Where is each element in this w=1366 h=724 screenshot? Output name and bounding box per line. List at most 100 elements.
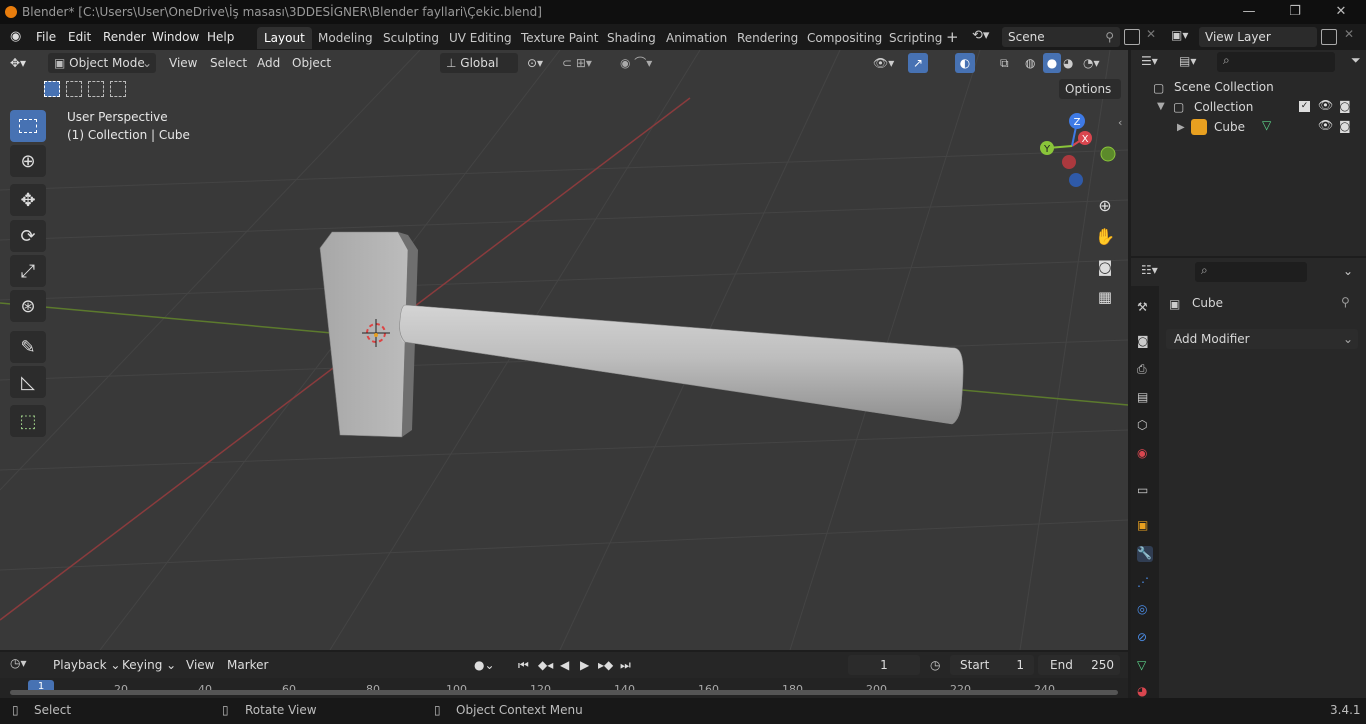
end-frame-field[interactable]: End 250 (1038, 655, 1120, 675)
render-camera-icon[interactable]: ◙ (1339, 99, 1351, 113)
collection-tab-icon[interactable]: ▭ (1137, 483, 1153, 499)
pivot-icon[interactable]: ⊙▾ (527, 53, 543, 73)
modifier-tab-icon[interactable]: 🔧 (1137, 546, 1153, 562)
play-icon[interactable]: ▶ (580, 655, 589, 675)
tab-shading[interactable]: Shading (600, 27, 663, 49)
tab-modeling[interactable]: Modeling (311, 27, 380, 49)
world-tab-icon[interactable]: ◉ (1137, 446, 1153, 462)
eye-icon[interactable]: 👁 (1318, 98, 1333, 112)
pan-hand-icon[interactable]: ✋ (1092, 223, 1118, 249)
overlay-icon[interactable]: ◐ (955, 53, 975, 73)
properties-search-input[interactable]: ⌕ (1195, 262, 1307, 282)
physics-tab-icon[interactable]: ◎ (1137, 602, 1153, 618)
outliner-type-icon[interactable]: ☰▾ (1141, 54, 1158, 68)
shading-wireframe-icon[interactable]: ◍ (1025, 53, 1035, 73)
tool-rotate[interactable]: ⟳ (10, 220, 46, 252)
menu-select[interactable]: Select (210, 53, 247, 73)
minimize-icon[interactable]: — (1226, 0, 1272, 24)
properties-type-icon[interactable]: ☷▾ (1141, 263, 1158, 277)
visibility-icon[interactable]: 👁▾ (873, 53, 894, 73)
perspective-grid-icon[interactable]: ▦ (1092, 284, 1118, 310)
add-workspace-icon[interactable]: + (946, 28, 959, 46)
tool-scale[interactable]: ⤢ (10, 255, 46, 287)
view-layer-tab-icon[interactable]: ▤ (1137, 390, 1153, 406)
expand-collection-icon[interactable]: ▼ (1157, 101, 1165, 112)
close-icon[interactable]: ✕ (1318, 0, 1364, 24)
maximize-icon[interactable]: ❐ (1272, 0, 1318, 24)
pin-icon[interactable]: ⚲ (1341, 295, 1350, 309)
delete-scene-icon[interactable]: ✕ (1146, 27, 1156, 41)
shading-rendered-icon[interactable]: ◔▾ (1083, 53, 1100, 73)
add-modifier-button[interactable]: Add Modifier ⌄ (1166, 329, 1358, 349)
camera-icon[interactable]: ◙ (1092, 254, 1118, 280)
delete-view-layer-icon[interactable]: ✕ (1344, 27, 1354, 41)
outliner-filter-icon[interactable]: ▤▾ (1179, 54, 1196, 68)
cube-mesh[interactable] (319, 231, 964, 438)
prev-key-icon[interactable]: ◆◂ (538, 655, 553, 675)
menu-render[interactable]: Render (103, 28, 146, 46)
checkbox-icon[interactable]: ✓ (1299, 101, 1310, 112)
menu-view[interactable]: View (169, 53, 197, 73)
current-frame-field[interactable]: 1 (848, 655, 920, 675)
scene-icon[interactable]: ⟲▾ (972, 28, 989, 43)
outliner-collection[interactable]: Collection (1194, 100, 1253, 114)
options-button[interactable]: Options (1059, 79, 1121, 99)
outliner-scene-collection[interactable]: Scene Collection (1174, 80, 1274, 94)
tool-tab-icon[interactable]: ⚒ (1137, 300, 1153, 316)
blender-menu-icon[interactable]: ◉ (10, 29, 26, 45)
collapse-sidebar-icon[interactable]: ‹ (1118, 116, 1122, 129)
particles-tab-icon[interactable]: ⋰ (1137, 575, 1153, 591)
tab-uv-editing[interactable]: UV Editing (442, 27, 519, 49)
new-view-layer-icon[interactable] (1321, 29, 1337, 45)
tool-add-cube[interactable]: ⬚ (10, 405, 46, 437)
record-icon[interactable]: ●⌄ (474, 655, 495, 675)
pin-icon[interactable]: ⚲ (1105, 27, 1114, 47)
object-tab-icon[interactable]: ▣ (1137, 518, 1153, 534)
tool-move[interactable]: ✥ (10, 184, 46, 216)
xray-icon[interactable]: ⧉ (1000, 53, 1009, 73)
timeline-scrollbar[interactable] (10, 690, 1118, 695)
editor-type-icon[interactable]: ✥▾ (10, 53, 26, 73)
data-tab-icon[interactable]: ▽ (1137, 658, 1153, 674)
render-tab-icon[interactable]: ◙ (1137, 334, 1153, 350)
tool-select-box[interactable] (10, 110, 46, 142)
outliner-search-input[interactable]: ⌕ (1217, 52, 1335, 72)
tab-sculpting[interactable]: Sculpting (376, 27, 446, 49)
output-tab-icon[interactable]: ⎙ (1137, 362, 1153, 378)
timeline-marker-menu[interactable]: Marker (227, 655, 268, 675)
tab-rendering[interactable]: Rendering (730, 27, 805, 49)
select-subtract-icon[interactable] (88, 81, 104, 97)
view-layer-field[interactable]: View Layer (1199, 27, 1317, 47)
navigation-gizmo[interactable]: Z X Y (1036, 112, 1116, 192)
menu-add[interactable]: Add (257, 53, 280, 73)
orientation-dropdown[interactable]: ⊥ Global (440, 53, 518, 73)
mode-dropdown[interactable]: ▣ Object Mode ⌄ (48, 53, 156, 73)
tool-cursor[interactable]: ⊕ (10, 145, 46, 177)
scene-tab-icon[interactable]: ⬡ (1137, 418, 1153, 434)
tab-texture-paint[interactable]: Texture Paint (514, 27, 605, 49)
tool-annotate[interactable]: ✎ (10, 331, 46, 363)
tool-measure[interactable]: ◺ (10, 366, 46, 398)
jump-end-icon[interactable]: ⏭ (620, 655, 631, 675)
clock-icon[interactable]: ◷ (930, 655, 940, 675)
play-reverse-icon[interactable]: ◀ (560, 655, 569, 675)
tab-layout[interactable]: Layout (257, 27, 312, 49)
timeline-view-menu[interactable]: View (186, 655, 214, 675)
shading-material-icon[interactable]: ◕ (1063, 53, 1073, 73)
select-extend-icon[interactable] (66, 81, 82, 97)
tab-scripting[interactable]: Scripting (882, 27, 949, 49)
tab-compositing[interactable]: Compositing (800, 27, 889, 49)
timeline-playback-menu[interactable]: Playback ⌄ (53, 655, 120, 675)
select-new-icon[interactable] (44, 81, 60, 97)
next-key-icon[interactable]: ▸◆ (598, 655, 613, 675)
render-camera-icon[interactable]: ◙ (1339, 119, 1351, 133)
jump-start-icon[interactable]: ⏮ (518, 655, 529, 675)
menu-object[interactable]: Object (292, 53, 331, 73)
shading-solid-icon[interactable]: ● (1043, 53, 1061, 73)
expand-object-icon[interactable]: ▶ (1177, 122, 1185, 133)
scene-field[interactable]: Scene ⚲ (1002, 27, 1120, 47)
outliner-object[interactable]: Cube (1214, 120, 1245, 134)
timeline-type-icon[interactable]: ◷▾ (10, 656, 27, 670)
gizmo-icon[interactable]: ↗ (908, 53, 928, 73)
tool-transform[interactable]: ⊛ (10, 290, 46, 322)
